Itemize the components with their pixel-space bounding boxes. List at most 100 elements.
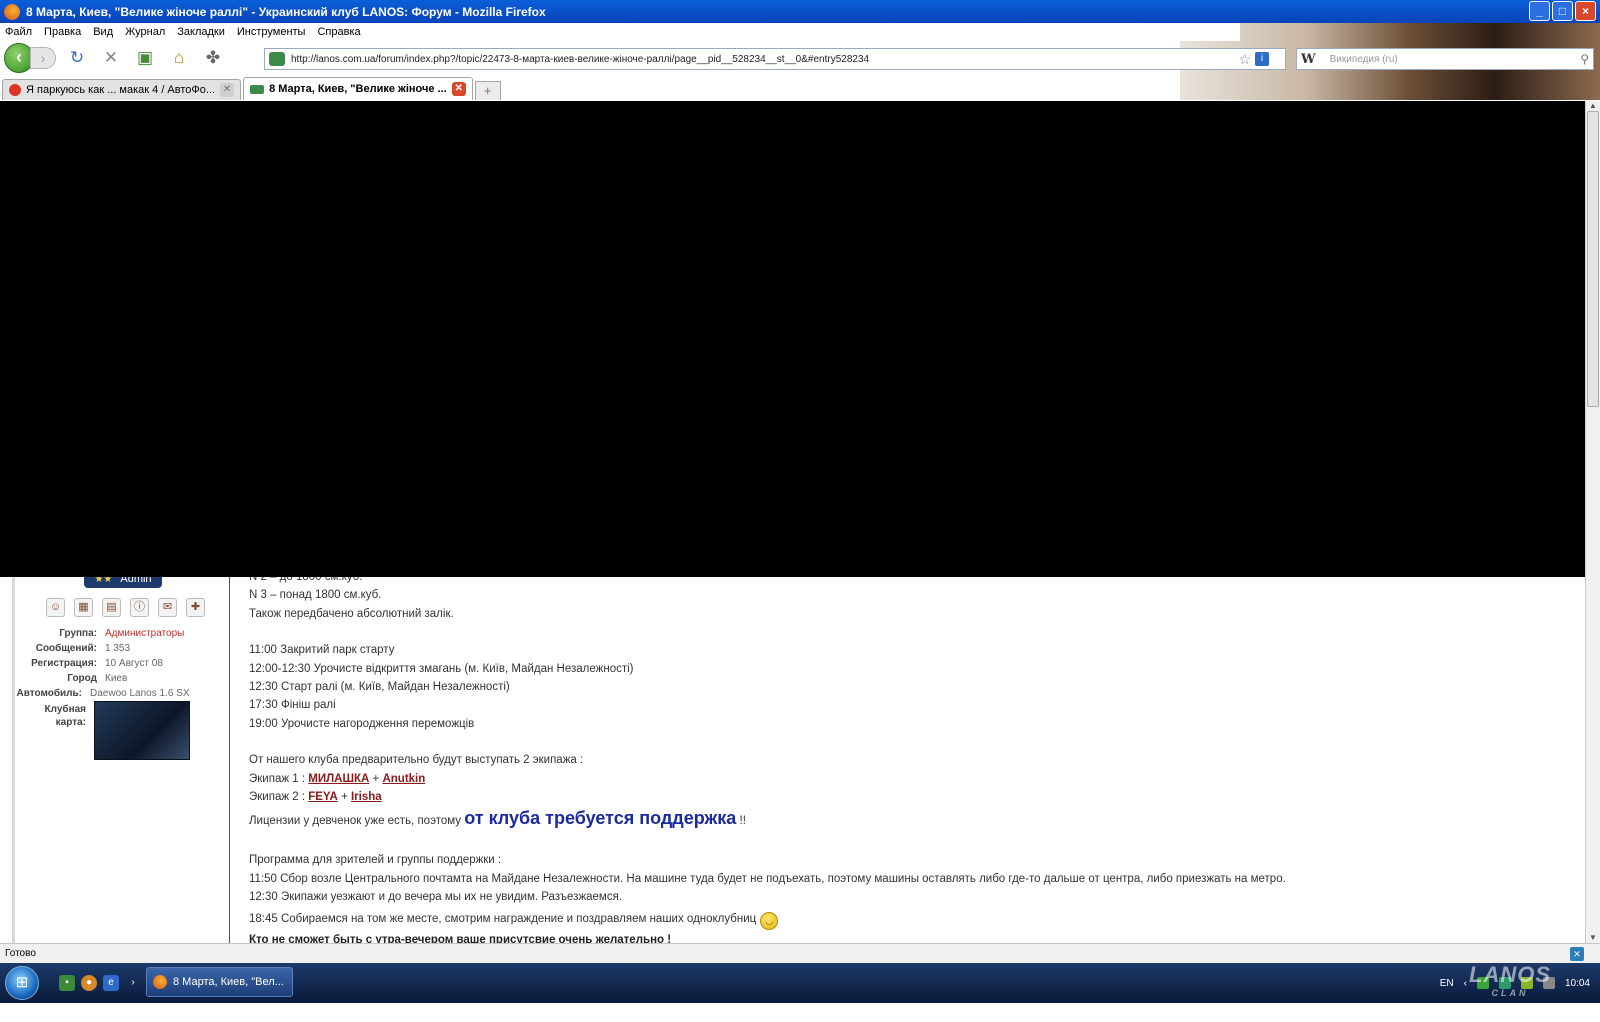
watermark-logo: LANOS CLAN bbox=[1440, 962, 1580, 1022]
post-body: N 2 – до 1800 см.куб. N 3 – понад 1800 с… bbox=[249, 568, 1579, 949]
quicklaunch-ie-icon[interactable]: e bbox=[103, 975, 119, 991]
window-title: 8 Марта, Киев, "Велике жіноче раллі" - У… bbox=[26, 4, 546, 19]
close-button[interactable]: × bbox=[1575, 1, 1596, 21]
firefox-icon bbox=[153, 975, 167, 989]
user-info: Группа: Администраторы Сообщений: 1 353 Ре… bbox=[10, 626, 220, 701]
menu-file[interactable]: Файл bbox=[5, 26, 32, 38]
addon-icon[interactable]: ✤ bbox=[200, 45, 226, 71]
scroll-up-icon[interactable]: ▲ bbox=[1586, 101, 1600, 111]
info-key: Регистрация: bbox=[31, 658, 97, 669]
quick-launch: ▪ ● e › bbox=[59, 975, 141, 991]
program-line: 11:50 Сбор возле Центрального почтамта н… bbox=[249, 872, 1286, 885]
info-value[interactable]: Администраторы bbox=[105, 628, 184, 639]
profile-icon[interactable]: ☺ bbox=[46, 598, 65, 617]
redacted-area bbox=[0, 101, 1585, 577]
program-line: 12:30 Экипажи уезжают и до вечера мы их … bbox=[249, 891, 623, 904]
info-value: Daewoo Lanos 1.6 SX bbox=[90, 688, 190, 699]
menu-edit[interactable]: Правка bbox=[44, 26, 81, 38]
blog-icon[interactable]: ▤ bbox=[102, 598, 121, 617]
reload-icon[interactable]: ↻ bbox=[64, 45, 90, 71]
search-bar[interactable]: W Википедия (ru) ⚲ bbox=[1296, 48, 1594, 70]
club-card-label: Клубная карта: bbox=[44, 704, 87, 728]
quicklaunch-app-icon[interactable]: ▪ bbox=[59, 975, 75, 991]
license-line: Лицензии у девченок уже есть, поэтому от… bbox=[249, 806, 1579, 833]
scroll-down-icon[interactable]: ▼ bbox=[1586, 933, 1600, 943]
tab-close-icon[interactable]: ✕ bbox=[220, 83, 235, 97]
gallery-icon[interactable]: ▦ bbox=[74, 598, 93, 617]
info-value: 1 353 bbox=[105, 643, 131, 654]
info-row-car: Автомобиль: Daewoo Lanos 1.6 SX bbox=[10, 686, 220, 701]
crews-intro: От нашего клуба предварительно будут выс… bbox=[249, 754, 584, 767]
menu-view[interactable]: Вид bbox=[93, 26, 113, 38]
schedule-line: 11:00 Закритий парк старту bbox=[249, 644, 395, 657]
license-text: Лицензии у девченок уже есть, поэтому bbox=[249, 815, 462, 828]
user-link-feya[interactable]: FEYA bbox=[308, 791, 338, 803]
forward-arrow-icon: › bbox=[40, 50, 46, 66]
quicklaunch-more-icon[interactable]: › bbox=[125, 975, 141, 991]
car-icon bbox=[250, 84, 265, 94]
maximize-button[interactable]: □ bbox=[1552, 1, 1573, 21]
info-key: Город bbox=[67, 673, 97, 684]
stop-icon[interactable]: ✕ bbox=[98, 45, 124, 71]
wikipedia-icon[interactable]: W bbox=[1301, 52, 1316, 67]
menu-tools[interactable]: Инструменты bbox=[237, 26, 306, 38]
new-tab-button[interactable]: + bbox=[474, 81, 501, 100]
crew-1: Экипаж 1 : МИЛАШКА + Anutkin bbox=[249, 770, 1579, 788]
info-key: Группа: bbox=[59, 628, 97, 639]
post-line: Також передбачено абсолютний залік. bbox=[249, 607, 454, 620]
info-icon[interactable]: i bbox=[1255, 52, 1269, 66]
user-action-icons: ☺ ▦ ▤ ⓘ ✉ ✚ bbox=[46, 598, 205, 617]
vertical-scrollbar[interactable]: ▲ ▼ bbox=[1585, 101, 1600, 943]
scroll-thumb[interactable] bbox=[1587, 111, 1599, 407]
watermark-sub: CLAN bbox=[1491, 988, 1529, 998]
tab-forum[interactable]: 8 Марта, Киев, "Велике жіноче ... ✕ bbox=[243, 77, 473, 100]
tab-parking[interactable]: Я паркуюсь как ... макак 4 / АвтоФо... ✕ bbox=[2, 79, 242, 100]
info-row-city: Город Киев bbox=[10, 671, 220, 686]
status-text: Готово bbox=[5, 948, 36, 959]
bookmark-add-icon[interactable]: ▣ bbox=[132, 45, 158, 71]
taskbar-firefox-item[interactable]: 8 Марта, Киев, "Вел... bbox=[146, 967, 293, 997]
info-value: 10 Август 08 bbox=[105, 658, 163, 669]
smiley-icon: ◡ bbox=[760, 911, 779, 930]
program-text: 18:45 Собираемся на том же месте, смотри… bbox=[249, 912, 757, 925]
menu-help[interactable]: Справка bbox=[317, 26, 360, 38]
info-row-group: Группа: Администраторы bbox=[10, 626, 220, 641]
url-text: http://lanos.com.ua/forum/index.php?/top… bbox=[291, 53, 870, 65]
info-key: Сообщений: bbox=[35, 643, 97, 654]
menu-bar: Файл Правка Вид Журнал Закладки Инструме… bbox=[0, 23, 1240, 41]
forward-button[interactable]: › bbox=[30, 47, 56, 69]
support-callout: от клуба требуется поддержка bbox=[464, 808, 737, 829]
user-link-anutkin[interactable]: Anutkin bbox=[382, 773, 425, 785]
user-link-irisha[interactable]: Irisha bbox=[351, 791, 382, 803]
crew-label: Экипаж 2 : bbox=[249, 791, 306, 804]
friend-add-icon[interactable]: ✚ bbox=[186, 598, 205, 617]
minimize-button[interactable]: _ bbox=[1529, 1, 1550, 21]
address-bar[interactable]: http://lanos.com.ua/forum/index.php?/top… bbox=[264, 48, 1286, 70]
program-line: 18:45 Собираемся на том же месте, смотри… bbox=[249, 907, 1579, 931]
info-icon[interactable]: ⓘ bbox=[130, 598, 149, 617]
search-icon[interactable]: ⚲ bbox=[1580, 52, 1589, 66]
info-value: Киев bbox=[105, 673, 128, 684]
message-icon[interactable]: ✉ bbox=[158, 598, 177, 617]
bookmark-star-icon[interactable]: ☆ bbox=[1238, 51, 1251, 68]
schedule-line: 12:00-12:30 Урочисте відкриття змагань (… bbox=[249, 662, 634, 675]
plus-sign: + bbox=[372, 772, 380, 785]
crew-label: Экипаж 1 : bbox=[249, 772, 306, 785]
menu-history[interactable]: Журнал bbox=[125, 26, 165, 38]
tab-close-icon[interactable]: ✕ bbox=[451, 82, 466, 96]
plus-sign: + bbox=[341, 791, 348, 804]
user-link-milashka[interactable]: МИЛАШКА bbox=[308, 773, 369, 785]
home-icon[interactable]: ⌂ bbox=[166, 45, 192, 71]
info-key: Автомобиль: bbox=[16, 688, 82, 699]
start-button[interactable]: ⊞ bbox=[5, 966, 39, 1000]
quicklaunch-browser-icon[interactable]: ● bbox=[81, 975, 97, 991]
club-card-image[interactable] bbox=[94, 701, 190, 760]
tab-label: Я паркуюсь как ... макак 4 / АвтоФо... bbox=[26, 84, 216, 96]
addon-status-icon[interactable]: ✕ bbox=[1570, 947, 1584, 961]
info-row-posts: Сообщений: 1 353 bbox=[10, 641, 220, 656]
back-arrow-icon: ‹ bbox=[16, 47, 22, 67]
firefox-icon bbox=[4, 3, 20, 20]
schedule-line: 12:30 Старт ралі (м. Київ, Майдан Незале… bbox=[249, 681, 510, 694]
site-favicon bbox=[269, 52, 285, 66]
menu-bookmarks[interactable]: Закладки bbox=[177, 26, 225, 38]
